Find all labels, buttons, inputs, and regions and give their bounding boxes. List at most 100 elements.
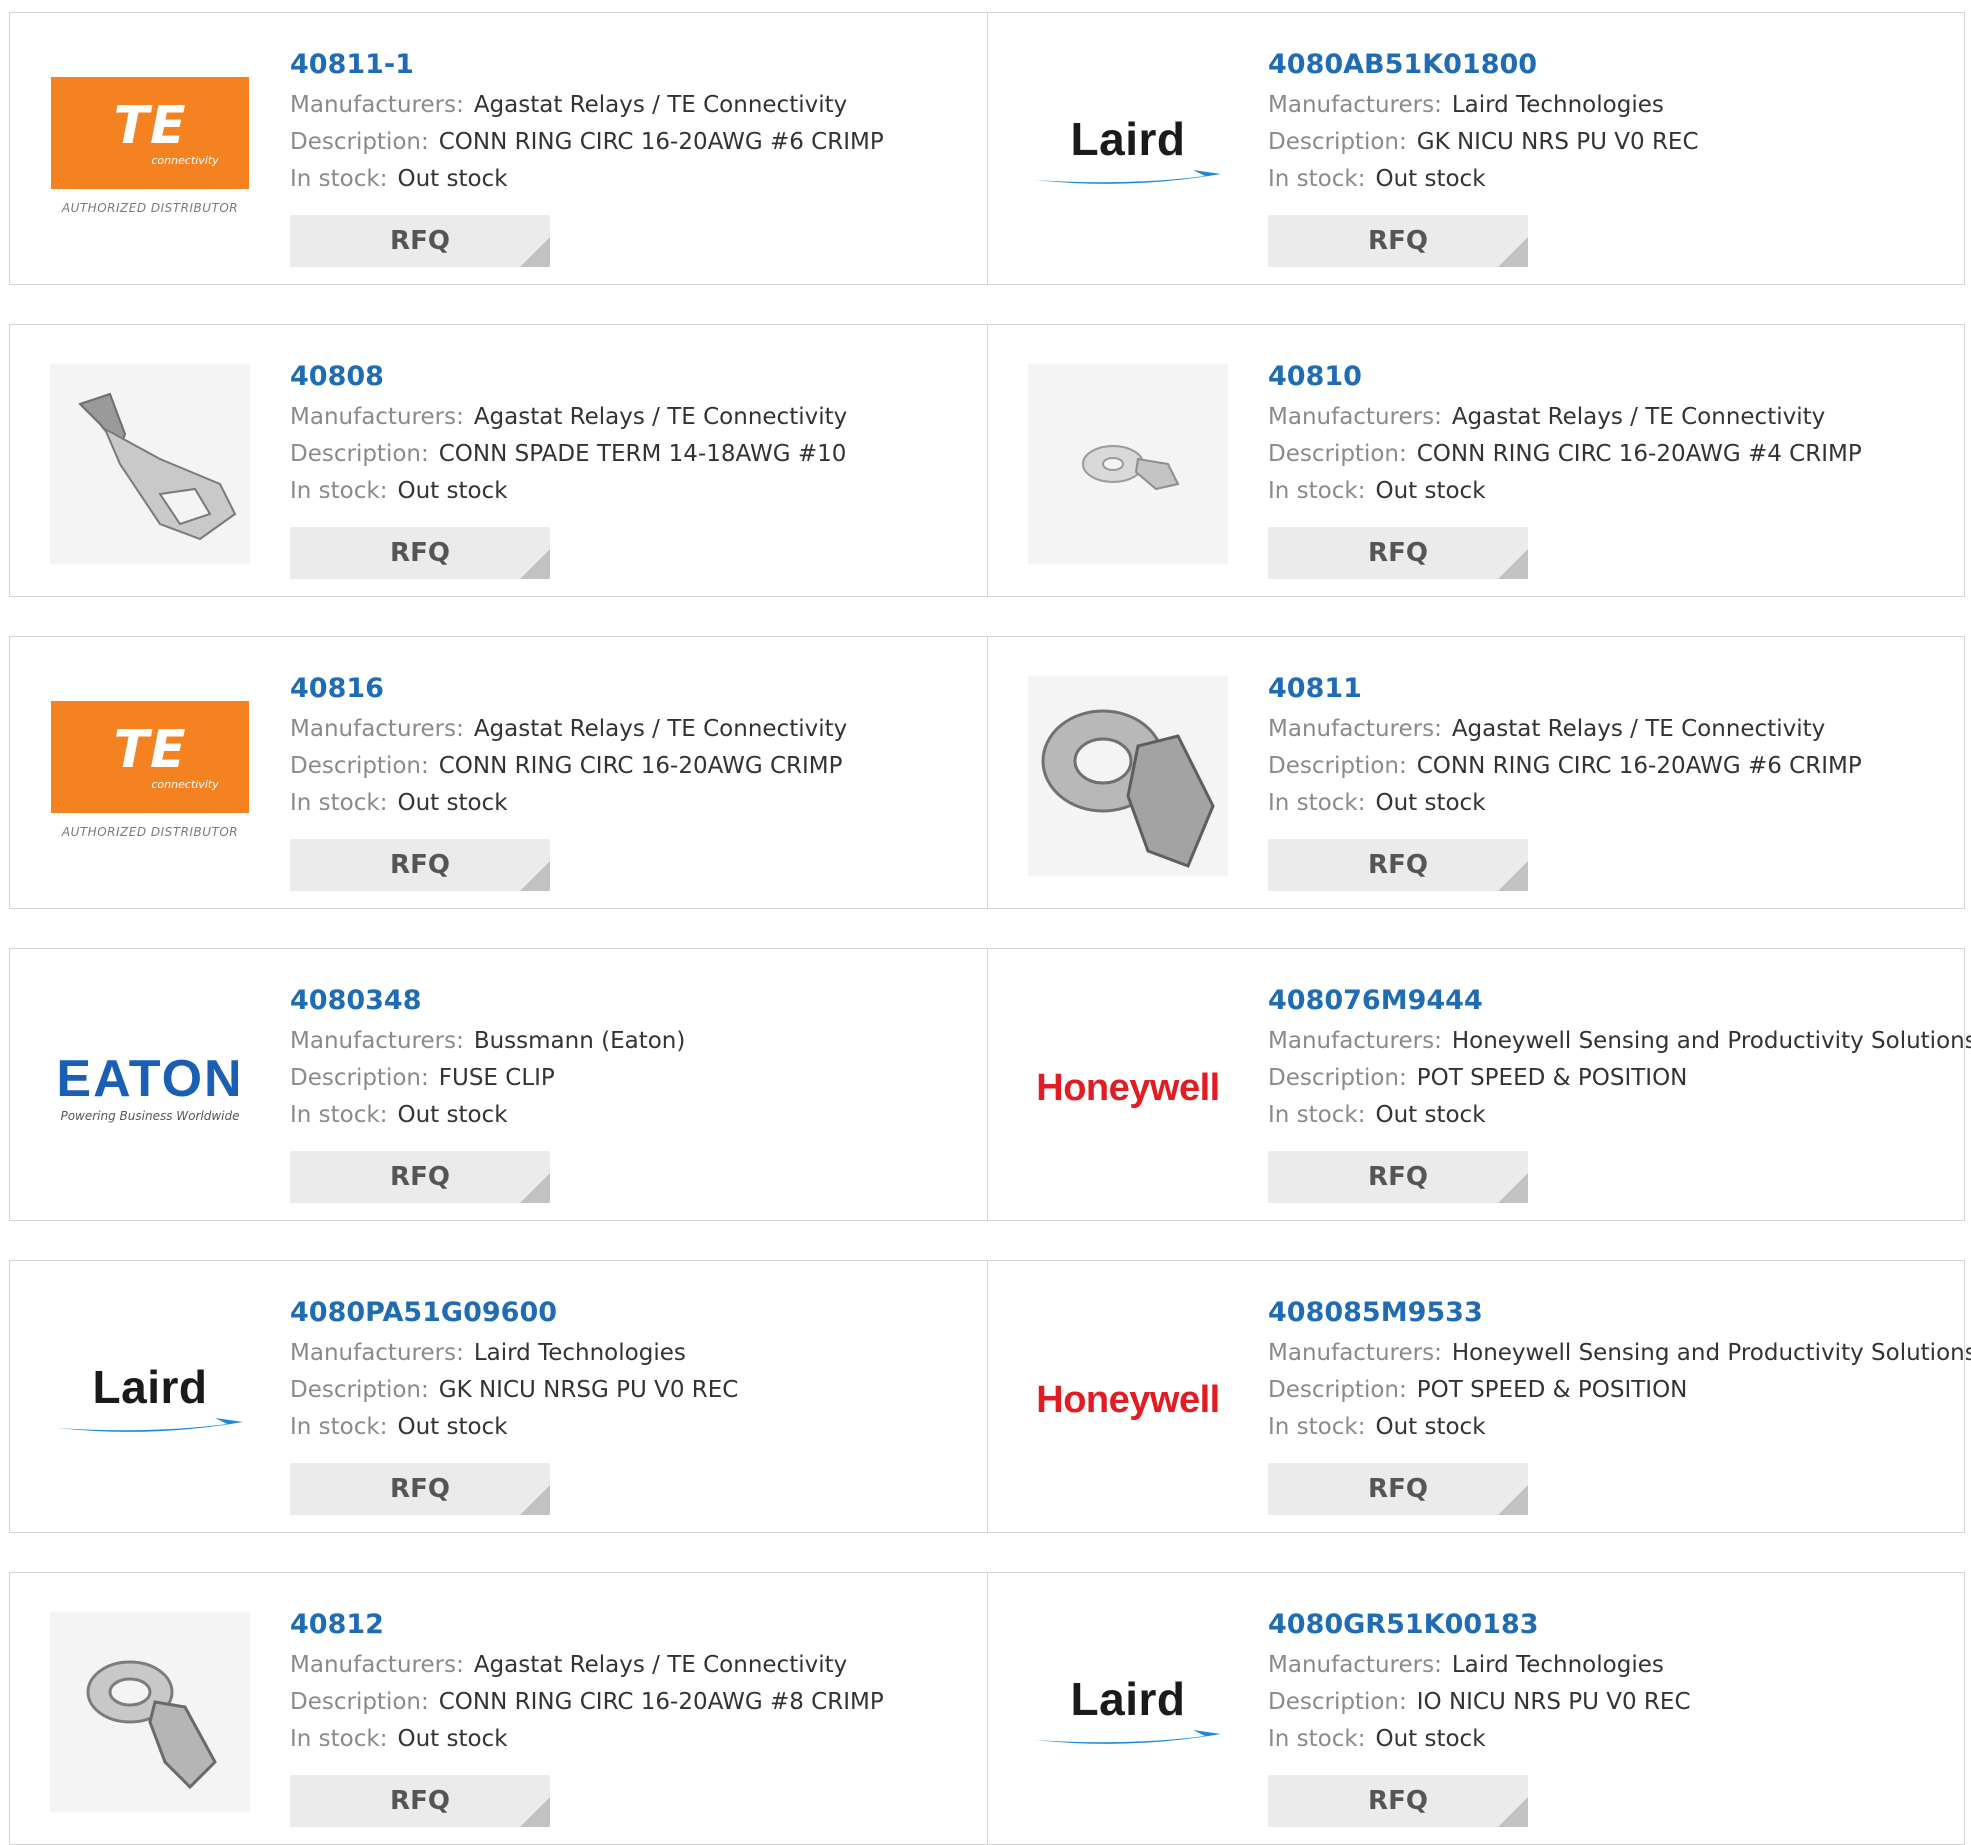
stock-label: In stock: <box>290 1414 388 1440</box>
part-number-link[interactable]: 40811 <box>1268 667 1862 711</box>
rfq-label: RFQ <box>1368 850 1428 880</box>
rfq-label: RFQ <box>1368 538 1428 568</box>
product-card: TE connectivity AUTHORIZED DISTRIBUTOR 4… <box>10 13 987 284</box>
product-card: 40810 Manufacturers: Agastat Relays / TE … <box>987 325 1964 596</box>
te-logo-subtext: connectivity <box>151 153 219 167</box>
part-number-link[interactable]: 40810 <box>1268 355 1862 399</box>
description-value: CONN RING CIRC 16-20AWG #6 CRIMP <box>1416 753 1862 779</box>
stock-value: Out stock <box>1375 478 1486 504</box>
te-logo-mark: TE <box>113 95 187 156</box>
rfq-label: RFQ <box>1368 1474 1428 1504</box>
te-connectivity-logo: TE connectivity AUTHORIZED DISTRIBUTOR <box>51 701 249 851</box>
spade-terminal-photo <box>50 364 250 564</box>
large-ring-terminal-photo <box>1028 676 1228 876</box>
product-card: Honeywell 408076M9444 Manufacturers: Hone… <box>987 949 1971 1220</box>
product-image[interactable]: TE connectivity AUTHORIZED DISTRIBUTOR <box>49 676 251 876</box>
rfq-button[interactable]: RFQ <box>290 215 550 267</box>
description-label: Description: <box>1268 441 1407 467</box>
manufacturer-line: Manufacturers: Honeywell Sensing and Prod… <box>1268 1335 1971 1372</box>
manufacturer-value: Agastat Relays / TE Connectivity <box>473 92 848 118</box>
description-label: Description: <box>290 129 429 155</box>
manufacturer-label: Manufacturers: <box>290 1340 464 1366</box>
manufacturer-label: Manufacturers: <box>290 1028 464 1054</box>
product-card: TE connectivity AUTHORIZED DISTRIBUTOR 4… <box>10 637 987 908</box>
manufacturer-label: Manufacturers: <box>1268 92 1442 118</box>
rfq-button[interactable]: RFQ <box>290 1151 550 1203</box>
product-image[interactable]: Laird <box>1027 1612 1229 1812</box>
rfq-corner-decoration <box>520 1797 550 1827</box>
product-image[interactable]: EATON Powering Business Worldwide <box>49 988 251 1188</box>
stock-line: In stock: Out stock <box>290 1409 738 1446</box>
stock-value: Out stock <box>1375 1726 1486 1752</box>
description-line: Description: CONN SPADE TERM 14-18AWG #10 <box>290 436 847 473</box>
part-number-link[interactable]: 40811-1 <box>290 43 884 87</box>
description-value: CONN SPADE TERM 14-18AWG #10 <box>438 441 847 467</box>
manufacturer-line: Manufacturers: Laird Technologies <box>1268 87 1699 124</box>
product-image[interactable]: Honeywell <box>1027 988 1229 1188</box>
manufacturer-value: Agastat Relays / TE Connectivity <box>473 716 848 742</box>
honeywell-logo: Honeywell <box>1029 1379 1227 1422</box>
te-logo-subtext: connectivity <box>151 777 219 791</box>
honeywell-wordmark: Honeywell <box>1036 1378 1220 1421</box>
description-line: Description: CONN RING CIRC 16-20AWG #6 C… <box>1268 748 1862 785</box>
part-number-link[interactable]: 40808 <box>290 355 847 399</box>
rfq-button[interactable]: RFQ <box>1268 839 1528 891</box>
laird-swoosh-icon <box>1035 1730 1221 1744</box>
manufacturer-label: Manufacturers: <box>1268 716 1442 742</box>
manufacturer-label: Manufacturers: <box>1268 1028 1442 1054</box>
product-image[interactable] <box>1027 676 1229 876</box>
stock-label: In stock: <box>290 1726 388 1752</box>
part-number-link[interactable]: 4080348 <box>290 979 685 1023</box>
manufacturer-value: Agastat Relays / TE Connectivity <box>473 404 848 430</box>
rfq-button[interactable]: RFQ <box>1268 1463 1528 1515</box>
stock-label: In stock: <box>1268 1414 1366 1440</box>
rfq-button[interactable]: RFQ <box>1268 1775 1528 1827</box>
part-number-link[interactable]: 4080GR51K00183 <box>1268 1603 1691 1647</box>
part-number-link[interactable]: 4080AB51K01800 <box>1268 43 1699 87</box>
rfq-button[interactable]: RFQ <box>290 1775 550 1827</box>
rfq-button[interactable]: RFQ <box>290 1463 550 1515</box>
product-image[interactable]: Laird <box>1027 52 1229 252</box>
manufacturer-label: Manufacturers: <box>290 1652 464 1678</box>
laird-swoosh-icon <box>57 1418 243 1432</box>
manufacturer-value: Agastat Relays / TE Connectivity <box>473 1652 848 1678</box>
description-value: GK NICU NRS PU V0 REC <box>1416 129 1699 155</box>
rfq-corner-decoration <box>1498 861 1528 891</box>
product-image[interactable]: Honeywell <box>1027 1300 1229 1500</box>
product-image[interactable] <box>1027 364 1229 564</box>
rfq-button[interactable]: RFQ <box>1268 1151 1528 1203</box>
manufacturer-line: Manufacturers: Laird Technologies <box>1268 1647 1691 1684</box>
description-line: Description: FUSE CLIP <box>290 1060 685 1097</box>
product-image[interactable] <box>49 364 251 564</box>
rfq-button[interactable]: RFQ <box>1268 215 1528 267</box>
rfq-button[interactable]: RFQ <box>290 527 550 579</box>
stock-label: In stock: <box>290 166 388 192</box>
manufacturer-line: Manufacturers: Agastat Relays / TE Connec… <box>290 87 884 124</box>
rfq-label: RFQ <box>1368 1786 1428 1816</box>
manufacturer-line: Manufacturers: Agastat Relays / TE Connec… <box>290 399 847 436</box>
eaton-logo: EATON Powering Business Worldwide <box>51 1053 249 1123</box>
stock-line: In stock: Out stock <box>290 1097 685 1134</box>
part-number-link[interactable]: 408076M9444 <box>1268 979 1971 1023</box>
description-value: CONN RING CIRC 16-20AWG #6 CRIMP <box>438 129 884 155</box>
description-label: Description: <box>1268 1689 1407 1715</box>
part-number-link[interactable]: 408085M9533 <box>1268 1291 1971 1335</box>
product-image[interactable]: TE connectivity AUTHORIZED DISTRIBUTOR <box>49 52 251 252</box>
part-number-link[interactable]: 4080PA51G09600 <box>290 1291 738 1335</box>
rfq-button[interactable]: RFQ <box>290 839 550 891</box>
product-image[interactable]: Laird <box>49 1300 251 1500</box>
rfq-button[interactable]: RFQ <box>1268 527 1528 579</box>
rfq-label: RFQ <box>390 538 450 568</box>
product-card: 40812 Manufacturers: Agastat Relays / TE … <box>10 1573 987 1844</box>
description-value: POT SPEED & POSITION <box>1416 1065 1688 1091</box>
product-row: 40812 Manufacturers: Agastat Relays / TE … <box>9 1572 1965 1845</box>
part-number-link[interactable]: 40816 <box>290 667 847 711</box>
eaton-wordmark: EATON <box>56 1050 244 1108</box>
laird-logo: Laird <box>1029 1672 1227 1752</box>
description-label: Description: <box>290 1689 429 1715</box>
stock-value: Out stock <box>1375 1102 1486 1128</box>
manufacturer-value: Laird Technologies <box>1451 1652 1664 1678</box>
product-image[interactable] <box>49 1612 251 1812</box>
description-label: Description: <box>290 441 429 467</box>
part-number-link[interactable]: 40812 <box>290 1603 884 1647</box>
